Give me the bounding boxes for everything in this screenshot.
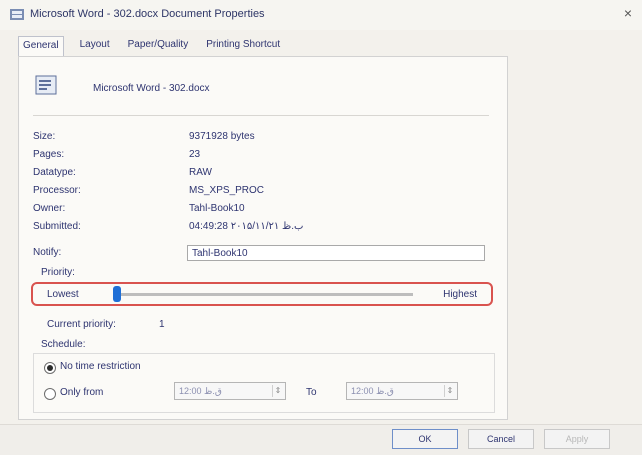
notify-field[interactable]: Tahl-Book10 xyxy=(187,245,485,261)
close-icon[interactable]: × xyxy=(624,5,632,21)
schedule-group: No time restriction Only from 12:00 ق.ظ … xyxy=(33,353,495,413)
priority-slider-track[interactable] xyxy=(113,293,413,296)
submitted-label: Submitted: xyxy=(33,221,81,232)
tab-bar: General Layout Paper/Quality Printing Sh… xyxy=(18,36,282,56)
spin-arrows-icon[interactable]: ⇕ xyxy=(444,385,455,397)
title-bar: Microsoft Word - 302.docx Document Prope… xyxy=(0,0,642,30)
datatype-value: RAW xyxy=(189,167,212,178)
only-from-radio[interactable] xyxy=(44,388,56,400)
tab-general[interactable]: General xyxy=(18,36,64,56)
submitted-value: 04:49:28 ۲۰۱۵/۱۱/۲۱ ب.ظ xyxy=(189,221,304,232)
separator xyxy=(33,115,489,116)
size-value: 9371928 bytes xyxy=(189,131,255,142)
document-icon xyxy=(35,75,57,95)
only-from-label[interactable]: Only from xyxy=(60,387,103,398)
tab-printing-shortcut[interactable]: Printing Shortcut xyxy=(204,36,282,56)
no-time-restriction-label[interactable]: No time restriction xyxy=(60,361,141,372)
current-priority-value: 1 xyxy=(159,319,165,330)
no-time-restriction-radio[interactable] xyxy=(44,362,56,374)
spin-arrows-icon[interactable]: ⇕ xyxy=(272,385,283,397)
window-title: Microsoft Word - 302.docx Document Prope… xyxy=(30,8,265,20)
owner-value: Tahl-Book10 xyxy=(189,203,245,214)
owner-label: Owner: xyxy=(33,203,66,214)
to-label: To xyxy=(306,387,317,398)
pages-value: 23 xyxy=(189,149,201,160)
apply-button[interactable]: Apply xyxy=(544,429,610,449)
notify-label: Notify: xyxy=(33,247,62,258)
button-bar: OK Cancel Apply xyxy=(0,424,642,455)
highest-label: Highest xyxy=(443,289,477,300)
cancel-button[interactable]: Cancel xyxy=(468,429,534,449)
priority-slider-thumb[interactable] xyxy=(113,286,121,302)
priority-slider-group: Lowest Highest xyxy=(31,282,493,306)
to-time-value: 12:00 ق.ظ xyxy=(351,386,394,396)
current-priority-label: Current priority: xyxy=(47,319,116,330)
ok-button[interactable]: OK xyxy=(392,429,458,449)
lowest-label: Lowest xyxy=(47,289,79,300)
from-time-value: 12:00 ق.ظ xyxy=(179,386,222,396)
priority-group-label: Priority: xyxy=(41,267,75,278)
processor-label: Processor: xyxy=(33,185,81,196)
tab-layout[interactable]: Layout xyxy=(78,36,112,56)
processor-value: MS_XPS_PROC xyxy=(189,185,265,196)
tab-paper-quality[interactable]: Paper/Quality xyxy=(126,36,191,56)
to-time-field[interactable]: 12:00 ق.ظ ⇕ xyxy=(346,382,458,400)
printer-icon xyxy=(10,9,24,20)
pages-label: Pages: xyxy=(33,149,65,160)
general-panel: Microsoft Word - 302.docx Size: 9371928 … xyxy=(18,56,508,420)
size-label: Size: xyxy=(33,131,56,142)
document-name: Microsoft Word - 302.docx xyxy=(93,83,210,94)
datatype-label: Datatype: xyxy=(33,167,76,178)
from-time-field[interactable]: 12:00 ق.ظ ⇕ xyxy=(174,382,286,400)
schedule-group-label: Schedule: xyxy=(41,339,86,350)
